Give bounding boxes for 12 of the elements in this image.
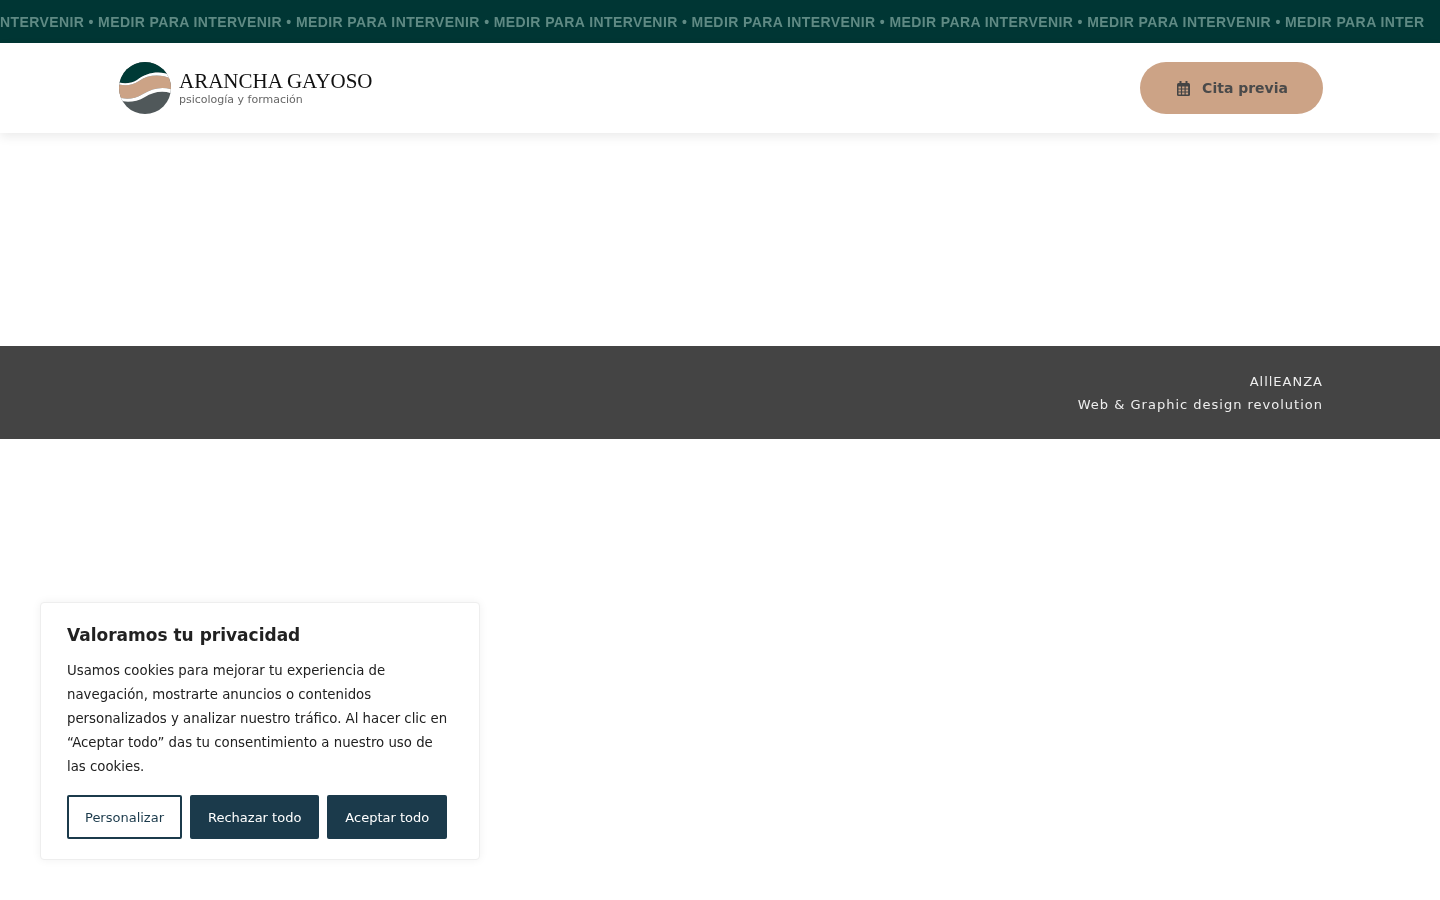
calendar-icon bbox=[1177, 80, 1191, 96]
brand-name: ARANCHA GAYOSO bbox=[179, 69, 373, 93]
cookie-button[interactable]: Rechazar todo bbox=[190, 795, 320, 839]
cookie-text: Usamos cookies para mejorar tu experiencia de navegación, mostrarte anuncios o contenidos personalizados y analizar nuestro tráfico. Al hacer clic en “Aceptar todo” das tu consentimiento a nuestro uso de las cookies. bbox=[67, 662, 449, 776]
appointment-button[interactable]: Cita previa bbox=[1140, 62, 1323, 114]
footer-text: AlllEANZA bbox=[1249, 373, 1323, 389]
cookie-button[interactable]: Personalizar bbox=[67, 795, 182, 839]
cookie-button[interactable]: Aceptar todo bbox=[327, 795, 448, 839]
brand-tagline: psicología y formación bbox=[179, 93, 304, 107]
cookie-title: Valoramos tu privacidad bbox=[67, 625, 302, 645]
ticker-text: NTERVENIR • MEDIR PARA INTERVENIR • MEDIR PARA INTERVENIR • MEDIR PARA INTERVENIR • MEDIR PARA INTERVENIR • MEDIR PARA INTERVENIR • MEDIR PARA INTERVENIR • MEDIR PARA INTER bbox=[0, 13, 1425, 30]
footer-text: Web & Graphic design revolution bbox=[1077, 396, 1323, 412]
